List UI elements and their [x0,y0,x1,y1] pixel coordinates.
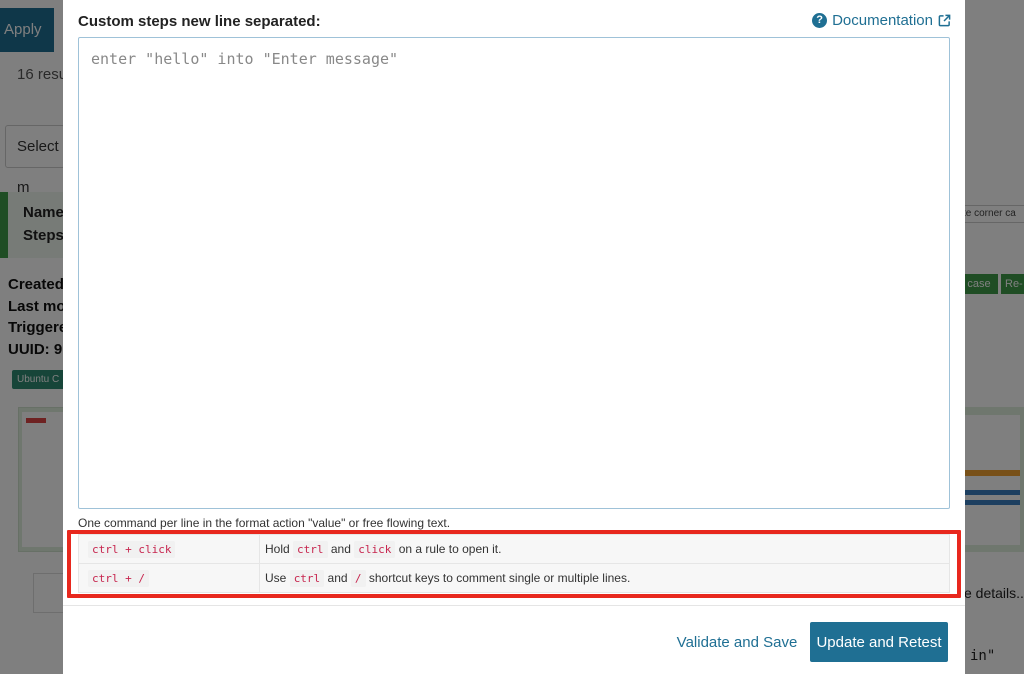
desc-text: on a rule to open it. [398,542,502,556]
shortcut-keys-cell: ctrl + / [78,563,260,593]
desc-text: Use [265,571,287,585]
key-code: / [350,570,366,587]
shortcut-description: Use ctrl and / shortcut keys to comment … [259,563,950,593]
question-circle-icon: ? [812,13,828,28]
key-code: click [354,541,396,558]
key-code: ctrl [289,570,325,587]
shortcuts-table: ctrl + click Hold ctrl and click on a ru… [78,534,950,593]
shortcut-keys: ctrl + / [88,570,149,587]
desc-text: Hold [265,542,290,556]
desc-text: shortcut keys to comment single or multi… [368,571,631,585]
modal-title: Custom steps new line separated: [78,13,321,30]
table-row: ctrl + click Hold ctrl and click on a ru… [78,534,950,564]
custom-steps-modal: Custom steps new line separated: ? Docum… [63,0,965,674]
format-hint: One command per line in the format actio… [78,516,451,530]
documentation-link[interactable]: ? Documentation [812,12,951,29]
documentation-label: Documentation [832,12,933,29]
desc-text: and [327,571,348,585]
shortcut-keys-cell: ctrl + click [78,534,260,564]
desc-text: and [330,542,351,556]
custom-steps-textarea[interactable] [78,37,950,509]
update-and-retest-button[interactable]: Update and Retest [810,622,948,662]
shortcut-description: Hold ctrl and click on a rule to open it… [259,534,950,564]
external-link-icon [938,14,951,27]
footer-divider [63,605,965,606]
shortcut-keys: ctrl + click [88,541,176,558]
validate-and-save-button[interactable]: Validate and Save [669,622,805,662]
key-code: ctrl [293,541,328,558]
table-row: ctrl + / Use ctrl and / shortcut keys to… [78,563,950,593]
